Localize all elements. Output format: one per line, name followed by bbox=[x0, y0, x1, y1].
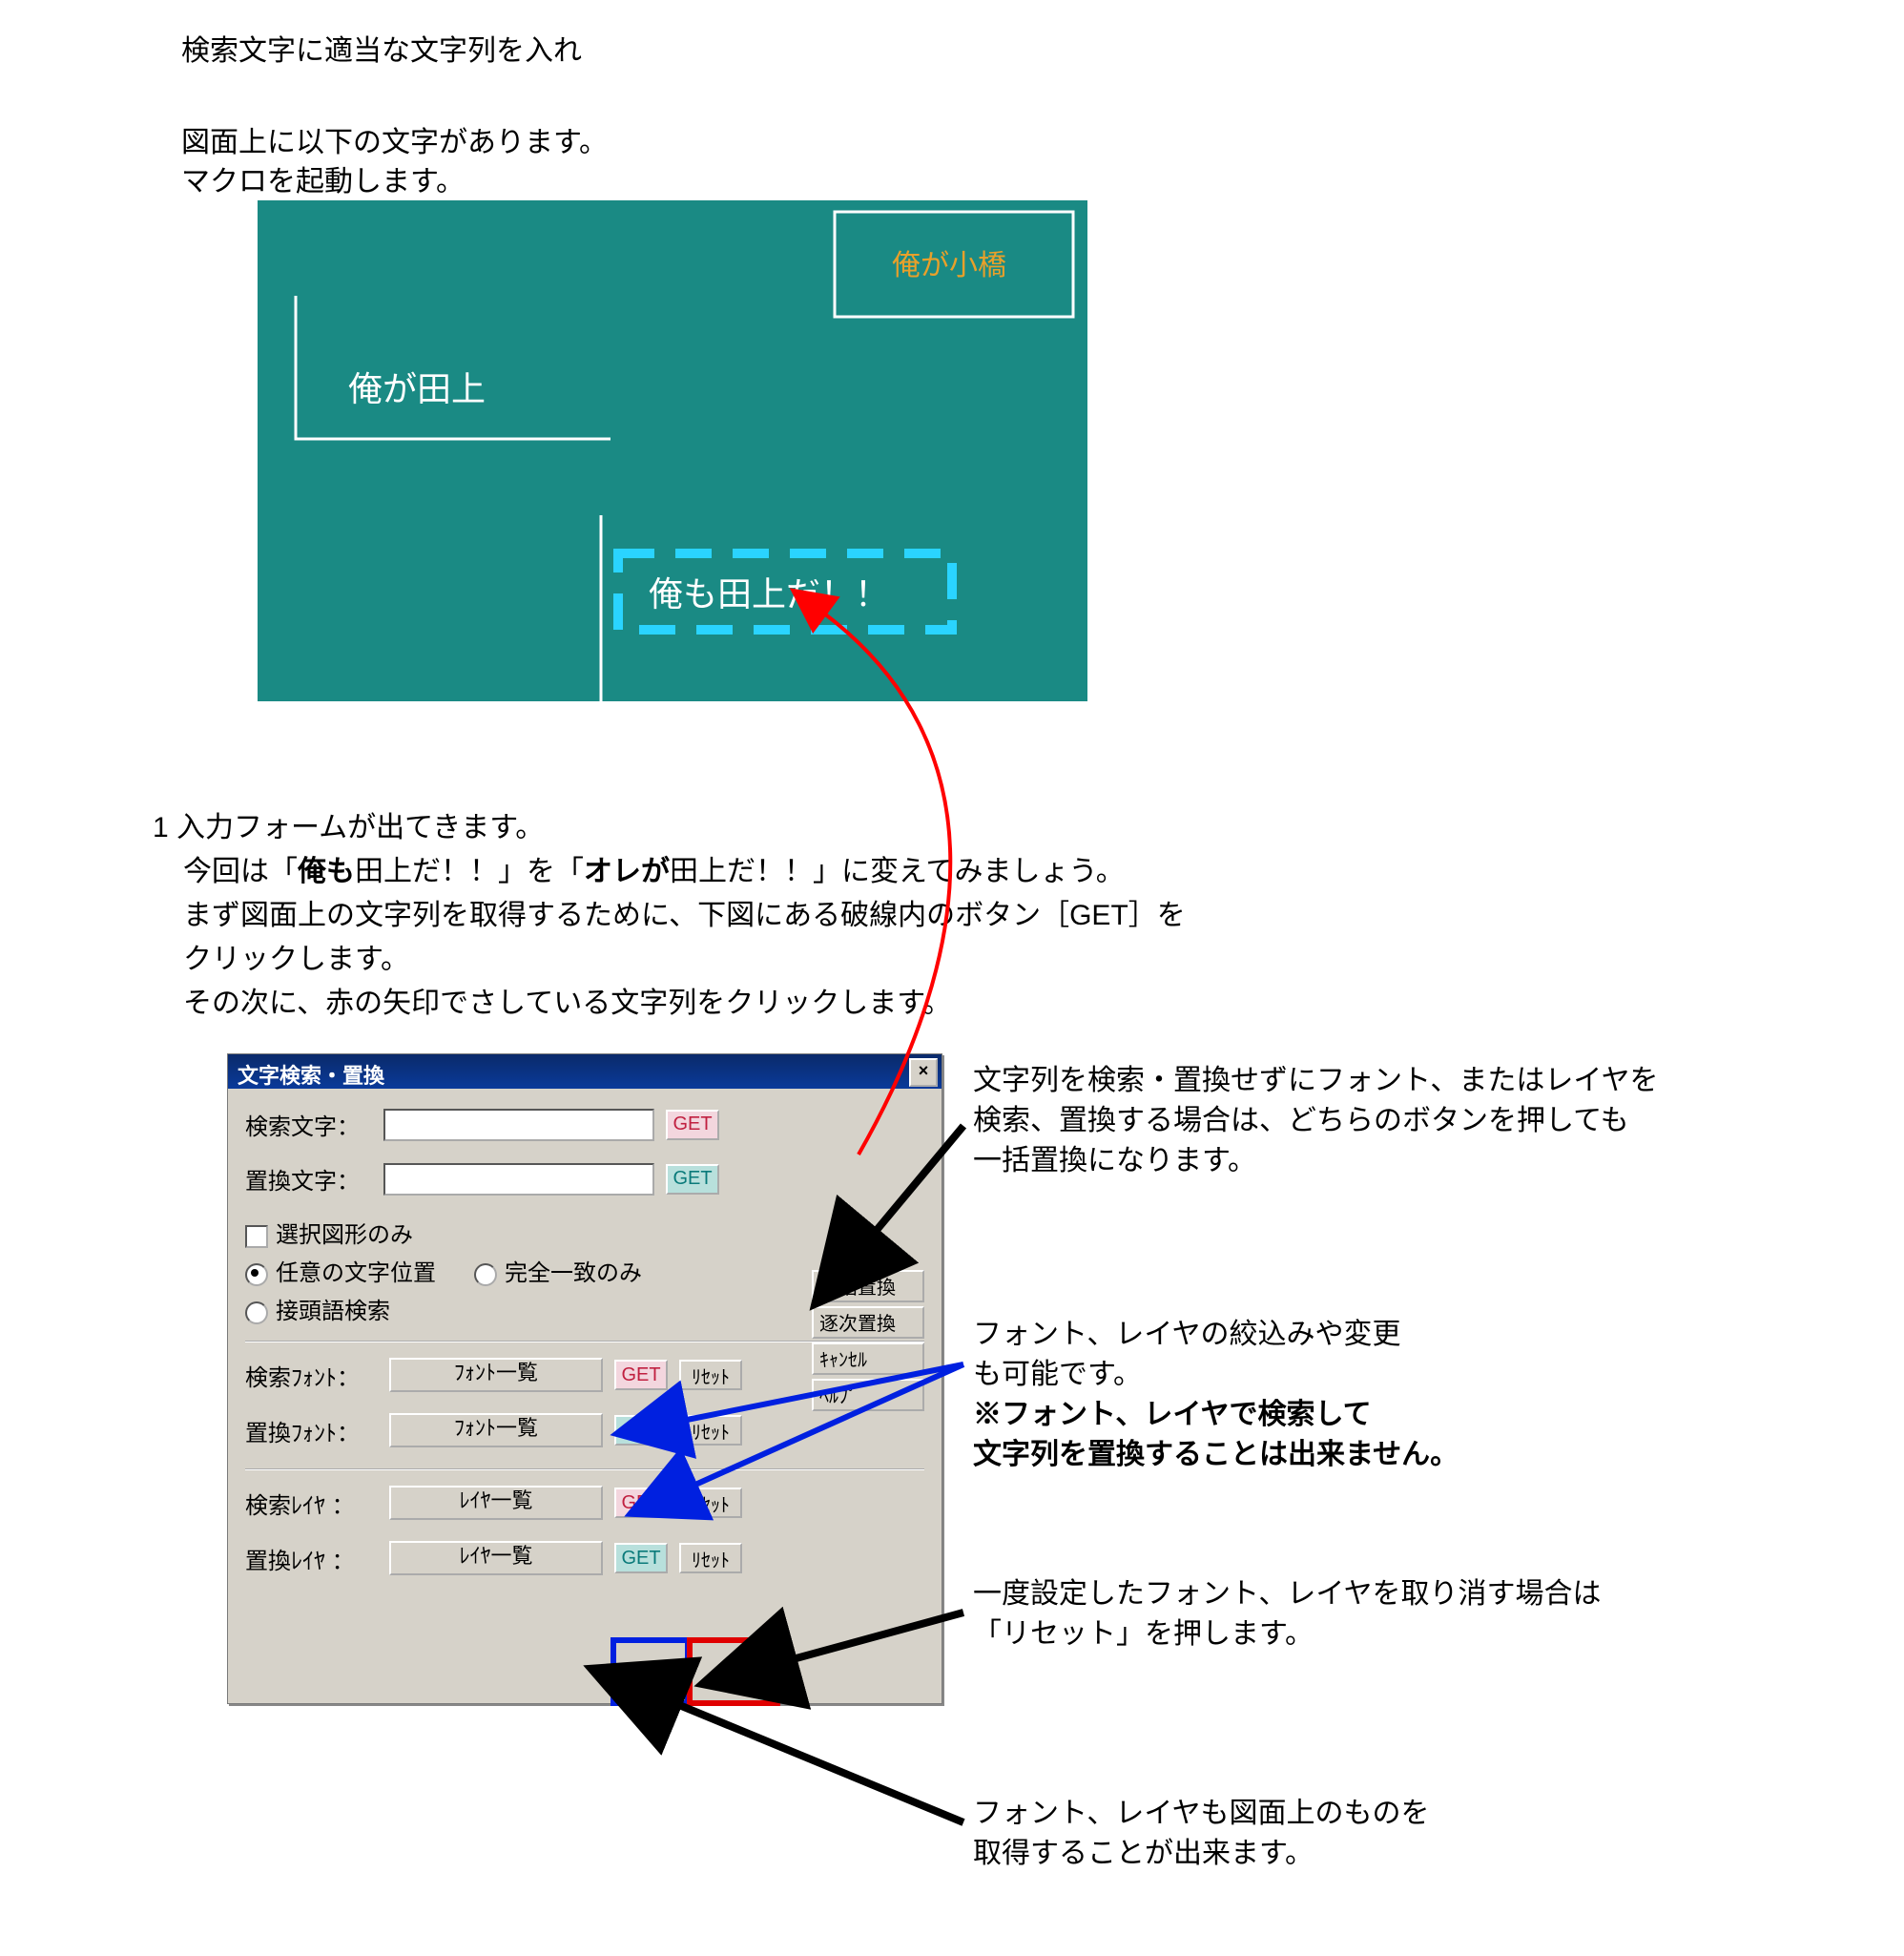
intro-line-3: マクロを起動します。 bbox=[181, 157, 465, 199]
replace-text-input[interactable] bbox=[383, 1163, 654, 1196]
cancel-button[interactable]: ｷｬﾝｾﾙ bbox=[812, 1342, 924, 1375]
search-font-reset-button[interactable]: ﾘｾｯﾄ bbox=[679, 1360, 742, 1390]
canvas-text-kobashi: 俺が小橋 bbox=[892, 250, 1006, 281]
replace-font-label: 置換ﾌｫﾝﾄ： bbox=[245, 1414, 383, 1447]
replace-all-button[interactable]: 一括置換 bbox=[812, 1270, 924, 1302]
step-1-text: 1 入力フォームが出てきます。 今回は「俺も田上だ！！」を「オレが田上だ！！」に… bbox=[153, 806, 1186, 1026]
exact-match-radio[interactable] bbox=[474, 1263, 497, 1286]
annotation-2: フォント、レイヤの絞込みや変更 も可能です。 ※フォント、レイヤで検索して 文字… bbox=[973, 1315, 1459, 1475]
selection-only-checkbox[interactable] bbox=[245, 1225, 268, 1248]
search-font-label: 検索ﾌｫﾝﾄ： bbox=[245, 1359, 383, 1392]
search-layer-label: 検索ﾚｲﾔ ： bbox=[245, 1487, 383, 1520]
any-position-radio[interactable] bbox=[245, 1263, 268, 1286]
highlight-get-box bbox=[611, 1637, 691, 1706]
exact-match-label: 完全一致のみ bbox=[505, 1260, 642, 1286]
search-font-list-button[interactable]: ﾌｫﾝﾄ一覧 bbox=[389, 1358, 603, 1392]
find-replace-dialog: 文字検索・置換 × 検索文字： GET 置換文字： GET 選択図形のみ 任意の… bbox=[227, 1053, 942, 1704]
annotation-1: 文字列を検索・置換せずにフォント、またはレイヤを 検索、置換する場合は、どちらの… bbox=[973, 1061, 1659, 1181]
dialog-titlebar: 文字検索・置換 × bbox=[228, 1054, 942, 1089]
cad-canvas: 俺が小橋 俺が田上 俺も田上だ！！ bbox=[258, 200, 1087, 701]
canvas-text-selected[interactable]: 俺も田上だ！！ bbox=[649, 574, 889, 614]
intro-line-1: 検索文字に適当な文字列を入れ bbox=[181, 27, 582, 69]
annotation-3: 一度設定したフォント、レイヤを取り消す場合は 「リセット」を押します。 bbox=[973, 1574, 1602, 1654]
highlight-reset-box bbox=[687, 1637, 780, 1706]
help-button[interactable]: ﾍﾙﾌﾟ bbox=[812, 1379, 924, 1411]
replace-layer-label: 置換ﾚｲﾔ ： bbox=[245, 1542, 383, 1575]
replace-layer-get-button[interactable]: GET bbox=[614, 1543, 668, 1573]
replace-text-label: 置換文字： bbox=[245, 1162, 383, 1196]
replace-font-reset-button[interactable]: ﾘｾｯﾄ bbox=[679, 1415, 742, 1446]
search-get-button[interactable]: GET bbox=[666, 1110, 719, 1140]
search-layer-list-button[interactable]: ﾚｲﾔ一覧 bbox=[389, 1486, 603, 1520]
replace-layer-list-button[interactable]: ﾚｲﾔ一覧 bbox=[389, 1541, 603, 1575]
replace-layer-reset-button[interactable]: ﾘｾｯﾄ bbox=[679, 1543, 742, 1573]
prefix-label: 接頭語検索 bbox=[276, 1299, 390, 1324]
prefix-radio[interactable] bbox=[245, 1301, 268, 1324]
replace-font-list-button[interactable]: ﾌｫﾝﾄ一覧 bbox=[389, 1413, 603, 1447]
intro-line-2: 図面上に以下の文字があります。 bbox=[181, 118, 608, 160]
close-button[interactable]: × bbox=[909, 1058, 938, 1087]
replace-get-button[interactable]: GET bbox=[666, 1164, 719, 1195]
dialog-title: 文字検索・置換 bbox=[238, 1064, 384, 1088]
search-layer-reset-button[interactable]: ﾘｾｯﾄ bbox=[679, 1488, 742, 1518]
any-position-label: 任意の文字位置 bbox=[276, 1260, 436, 1286]
selection-only-label: 選択図形のみ bbox=[276, 1222, 413, 1248]
replace-sequential-button[interactable]: 逐次置換 bbox=[812, 1306, 924, 1339]
annotation-4: フォント、レイヤも図面上のものを 取得することが出来ます。 bbox=[973, 1794, 1430, 1874]
replace-font-get-button[interactable]: GET bbox=[614, 1415, 668, 1446]
search-font-get-button[interactable]: GET bbox=[614, 1360, 668, 1390]
search-layer-get-button[interactable]: GET bbox=[614, 1488, 668, 1518]
search-text-label: 検索文字： bbox=[245, 1108, 383, 1141]
canvas-text-tanoue: 俺が田上 bbox=[348, 369, 486, 408]
search-text-input[interactable] bbox=[383, 1109, 654, 1141]
